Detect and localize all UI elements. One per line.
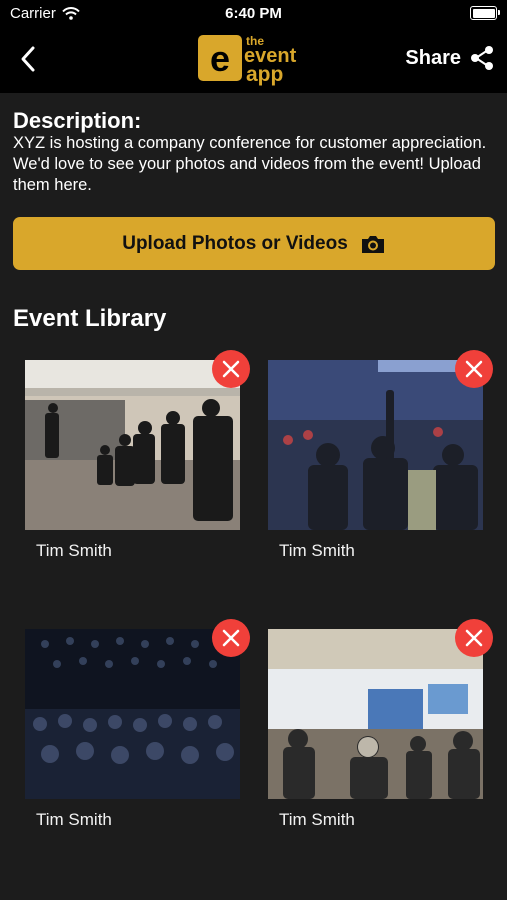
event-app-logo: e the event app	[196, 31, 316, 87]
photo-author: Tim Smith	[279, 810, 355, 829]
photo-author: Tim Smith	[279, 541, 355, 560]
description-text: XYZ is hosting a company conference for …	[13, 134, 487, 194]
upload-button[interactable]: Upload Photos or Videos	[13, 217, 495, 270]
status-time: 6:40 PM	[225, 5, 282, 22]
photo-author: Tim Smith	[36, 810, 112, 829]
top-bar: Carrier 6:40 PM e the event app Share	[0, 0, 507, 93]
event-library-title: Event Library	[13, 305, 167, 332]
delete-photo-button[interactable]	[212, 350, 250, 388]
delete-photo-button[interactable]	[455, 350, 493, 388]
delete-photo-button[interactable]	[212, 619, 250, 657]
close-icon	[465, 360, 483, 378]
back-button[interactable]	[14, 43, 44, 75]
photo-author: Tim Smith	[36, 541, 112, 560]
event-photo[interactable]	[268, 360, 483, 530]
description-title: Description:	[13, 108, 142, 133]
close-icon	[465, 629, 483, 647]
event-photo[interactable]	[268, 629, 483, 799]
camera-icon	[361, 235, 384, 253]
share-icon	[471, 46, 493, 70]
share-label: Share	[405, 46, 461, 69]
svg-text:e: e	[210, 38, 230, 79]
status-bar: Carrier 6:40 PM	[0, 0, 507, 28]
close-icon	[222, 629, 240, 647]
chevron-left-icon	[21, 46, 35, 72]
share-button[interactable]: Share	[405, 45, 495, 71]
close-icon	[222, 360, 240, 378]
event-photo[interactable]	[25, 629, 240, 799]
logo-app: app	[246, 63, 283, 86]
upload-label: Upload Photos or Videos	[122, 232, 348, 254]
battery-icon	[470, 6, 500, 20]
event-photo[interactable]	[25, 360, 240, 530]
delete-photo-button[interactable]	[455, 619, 493, 657]
